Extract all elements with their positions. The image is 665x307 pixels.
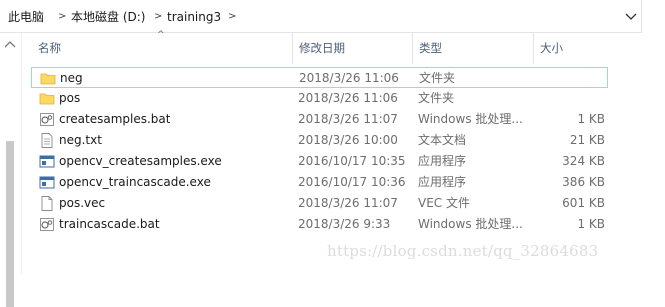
file-name: createsamples.bat xyxy=(59,112,171,126)
column-divider[interactable] xyxy=(412,33,413,64)
file-name: pos.vec xyxy=(59,196,106,210)
column-divider[interactable] xyxy=(292,33,293,64)
breadcrumb-local-disk[interactable]: 本地磁盘 (D:) xyxy=(71,9,145,25)
file-name: opencv_traincascade.exe xyxy=(59,175,211,189)
file-date: 2018/3/26 10:00 xyxy=(298,133,398,147)
refresh-button[interactable] xyxy=(641,0,665,33)
breadcrumb-current-folder[interactable]: training3 xyxy=(167,9,221,25)
column-header-date[interactable]: 修改日期 xyxy=(299,33,345,64)
file-row[interactable]: opencv_createsamples.exe 2016/10/17 10:3… xyxy=(31,151,608,172)
file-type: 文件夹 xyxy=(419,71,456,85)
file-size: 386 KB xyxy=(562,175,605,189)
folder-icon xyxy=(40,73,56,85)
file-row[interactable]: opencv_traincascade.exe 2016/10/17 10:36… xyxy=(31,172,608,193)
file-row[interactable]: traincascade.bat 2018/3/26 9:33 Windows … xyxy=(31,214,608,235)
file-type: 应用程序 xyxy=(418,154,467,168)
file-size: 1 KB xyxy=(577,112,605,126)
file-row[interactable]: neg 2018/3/26 11:06 文件夹 xyxy=(31,67,608,88)
column-header-type[interactable]: 类型 xyxy=(419,33,442,64)
file-name: traincascade.bat xyxy=(59,217,160,231)
file-size xyxy=(541,88,605,109)
file-date: 2018/3/26 9:33 xyxy=(298,217,391,231)
file-name: opencv_createsamples.exe xyxy=(59,154,222,168)
file-size xyxy=(542,68,606,89)
breadcrumb-this-pc[interactable]: 此电脑 xyxy=(8,9,44,25)
file-size: 1 KB xyxy=(577,217,605,231)
chevron-down-icon xyxy=(625,13,637,20)
file-date: 2018/3/26 11:06 xyxy=(298,91,398,105)
batch-file-icon xyxy=(40,113,54,126)
file-name: neg xyxy=(60,71,83,85)
column-divider[interactable] xyxy=(533,33,534,64)
text-file-icon xyxy=(41,133,53,148)
chevron-up-icon[interactable] xyxy=(4,39,16,49)
file-name: pos xyxy=(59,91,81,105)
watermark-text: https://blog.csdn.net/qq_32864683 xyxy=(327,242,599,260)
application-icon xyxy=(39,155,55,168)
file-size: 601 KB xyxy=(562,196,605,210)
file-type: 文件夹 xyxy=(418,91,455,105)
generic-file-icon xyxy=(41,196,53,211)
file-name: neg.txt xyxy=(59,133,102,147)
file-date: 2018/3/26 11:06 xyxy=(299,71,399,85)
file-size: 324 KB xyxy=(562,154,605,168)
file-size: 21 KB xyxy=(569,133,605,147)
file-date: 2018/3/26 11:07 xyxy=(298,112,398,126)
file-date: 2016/10/17 10:36 xyxy=(298,175,406,189)
file-row[interactable]: pos 2018/3/26 11:06 文件夹 xyxy=(31,88,608,109)
folder-icon xyxy=(39,93,55,105)
breadcrumb-separator[interactable]: > xyxy=(228,9,236,25)
batch-file-icon xyxy=(40,218,54,231)
file-date: 2018/3/26 11:07 xyxy=(298,196,398,210)
address-history-dropdown[interactable] xyxy=(622,8,640,26)
breadcrumb-separator[interactable]: > xyxy=(154,9,162,25)
file-type: 应用程序 xyxy=(418,175,467,189)
file-type: Windows 批处理... xyxy=(418,217,523,231)
sort-ascending-icon: ^ xyxy=(157,30,165,40)
file-row[interactable]: pos.vec 2018/3/26 11:07 VEC 文件 601 KB xyxy=(31,193,608,214)
column-header-name[interactable]: 名称 xyxy=(38,33,61,64)
application-icon xyxy=(39,176,55,189)
navigation-pane[interactable] xyxy=(0,33,22,307)
address-bar[interactable]: 此电脑 > 本地磁盘 (D:) > training3 > xyxy=(0,0,665,33)
file-type: 文本文档 xyxy=(418,133,467,147)
breadcrumb-separator[interactable]: > xyxy=(58,9,66,25)
file-type: VEC 文件 xyxy=(418,196,470,210)
navigation-scrollbar-thumb[interactable] xyxy=(6,141,14,307)
column-header-size[interactable]: 大小 xyxy=(540,33,563,64)
file-date: 2016/10/17 10:35 xyxy=(298,154,406,168)
file-row[interactable]: neg.txt 2018/3/26 10:00 文本文档 21 KB xyxy=(31,130,608,151)
file-row[interactable]: createsamples.bat 2018/3/26 11:07 Window… xyxy=(31,109,608,130)
file-type: Windows 批处理... xyxy=(418,112,523,126)
